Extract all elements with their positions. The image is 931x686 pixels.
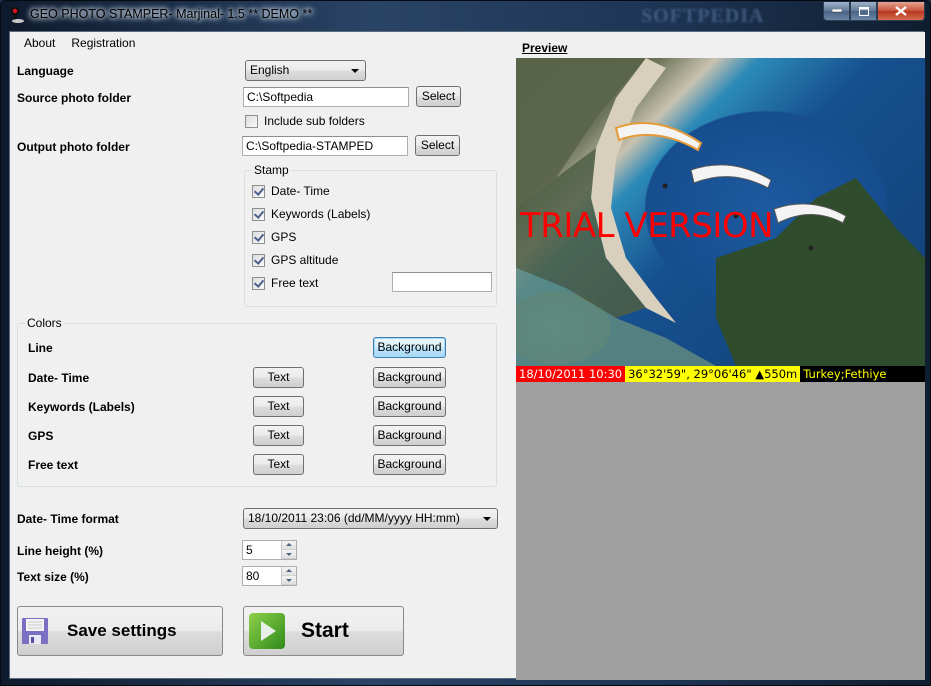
include-subfolders-label: Include sub folders xyxy=(264,114,365,128)
dropdown-arrow-icon xyxy=(351,69,359,73)
source-folder-select-button[interactable]: Select xyxy=(416,86,461,107)
text-size-label: Text size (%) xyxy=(17,570,89,584)
dropdown-arrow-icon xyxy=(483,517,491,521)
menu-about[interactable]: About xyxy=(16,36,63,50)
close-button[interactable] xyxy=(877,2,925,21)
checkbox-checked-icon xyxy=(252,253,265,267)
output-folder-input[interactable]: C:\Softpedia-STAMPED xyxy=(242,136,408,156)
stamp-datetime: 18/10/2011 10:30 xyxy=(516,366,626,382)
play-icon xyxy=(249,613,285,649)
spin-down-icon[interactable] xyxy=(282,550,296,559)
client-area: About Registration Language English Sour… xyxy=(9,31,925,680)
checkbox-checked-icon xyxy=(252,207,265,221)
stamp-preview-bar: 18/10/2011 10:30 36°32'59", 29°06'46" ▲5… xyxy=(516,366,925,382)
color-datetime-label: Date- Time xyxy=(28,371,90,385)
stamp-gps-altitude-label: GPS altitude xyxy=(271,253,339,267)
line-height-spinner[interactable]: 5 xyxy=(242,540,297,560)
language-value: English xyxy=(250,63,290,77)
datetime-format-select[interactable]: 18/10/2011 23:06 (dd/MM/yyyy HH:mm) xyxy=(243,508,498,529)
minimize-button[interactable] xyxy=(823,2,850,21)
color-keywords-label: Keywords (Labels) xyxy=(28,400,135,414)
preview-image: TRIAL VERSION xyxy=(516,58,925,366)
output-folder-label: Output photo folder xyxy=(17,140,130,154)
minimize-icon xyxy=(831,9,842,13)
preview-title: Preview xyxy=(522,41,568,55)
text-size-value: 80 xyxy=(246,569,260,583)
trial-version-overlay: TRIAL VERSION xyxy=(520,206,774,246)
gps-text-button[interactable]: Text xyxy=(253,425,304,446)
stamp-keywords-label: Keywords (Labels) xyxy=(271,207,371,221)
colors-group: Colors Line Background Date- Time Text B… xyxy=(17,316,497,487)
menu-registration[interactable]: Registration xyxy=(63,36,143,50)
colors-group-title: Colors xyxy=(25,316,64,330)
checkbox-checked-icon xyxy=(252,230,265,244)
free-text-text-button[interactable]: Text xyxy=(253,454,304,475)
map-pin-icon xyxy=(10,7,24,23)
save-settings-button[interactable]: Save settings xyxy=(17,606,223,656)
close-icon xyxy=(895,6,907,16)
settings-panel: Language English Source photo folder C:\… xyxy=(10,54,516,680)
window-title: GEO PHOTO STAMPER- Marjinal- 1.5 ** DEMO… xyxy=(30,7,313,21)
preview-panel: Preview TRIAL VERSION 18/10/2011 10:30 3… xyxy=(516,32,925,680)
free-text-input[interactable] xyxy=(392,272,492,292)
gps-background-button[interactable]: Background xyxy=(373,425,446,446)
color-line-label: Line xyxy=(28,341,53,355)
spin-buttons xyxy=(281,541,296,559)
color-free-text-label: Free text xyxy=(28,458,79,472)
watermark-text: SOFTPEDIA xyxy=(641,5,765,27)
maximize-icon xyxy=(858,6,869,16)
output-folder-select-button[interactable]: Select xyxy=(415,135,460,156)
maximize-button[interactable] xyxy=(850,2,877,21)
app-window: GEO PHOTO STAMPER- Marjinal- 1.5 ** DEMO… xyxy=(0,0,931,686)
stamp-gps: 36°32'59", 29°06'46" ▲550m xyxy=(625,366,801,382)
include-subfolders-checkbox[interactable]: Include sub folders xyxy=(245,114,365,128)
title-bar[interactable]: GEO PHOTO STAMPER- Marjinal- 1.5 ** DEMO… xyxy=(1,1,931,29)
datetime-background-button[interactable]: Background xyxy=(373,367,446,388)
checkbox-checked-icon xyxy=(252,276,265,290)
stamp-group-title: Stamp xyxy=(252,163,291,177)
keywords-background-button[interactable]: Background xyxy=(373,396,446,417)
menu-bar: About Registration xyxy=(10,32,516,54)
start-label: Start xyxy=(301,619,349,642)
free-text-background-button[interactable]: Background xyxy=(373,454,446,475)
source-folder-label: Source photo folder xyxy=(17,91,131,105)
stamp-keywords-checkbox[interactable]: Keywords (Labels) xyxy=(252,207,370,221)
stamp-group: Stamp Date- Time Keywords (Labels) GPS G… xyxy=(244,163,497,307)
spin-up-icon[interactable] xyxy=(282,541,296,550)
spin-up-icon[interactable] xyxy=(282,567,296,576)
stamp-free-text-checkbox[interactable]: Free text xyxy=(252,276,318,290)
spin-buttons xyxy=(281,567,296,585)
checkbox-checked-icon xyxy=(252,184,265,198)
datetime-format-value: 18/10/2011 23:06 (dd/MM/yyyy HH:mm) xyxy=(248,511,460,525)
stamp-free-text-label: Free text xyxy=(271,276,319,290)
stamp-gps-label: GPS xyxy=(271,230,297,244)
stamp-gps-altitude-checkbox[interactable]: GPS altitude xyxy=(252,253,338,267)
line-height-label: Line height (%) xyxy=(17,544,103,558)
stamp-datetime-label: Date- Time xyxy=(271,184,330,198)
start-button[interactable]: Start xyxy=(243,606,404,656)
stamp-datetime-checkbox[interactable]: Date- Time xyxy=(252,184,330,198)
caption-buttons xyxy=(823,2,925,21)
language-label: Language xyxy=(17,64,74,78)
floppy-disk-icon xyxy=(22,618,48,644)
source-folder-input[interactable]: C:\Softpedia xyxy=(243,87,409,107)
preview-header: Preview xyxy=(516,32,925,58)
keywords-text-button[interactable]: Text xyxy=(253,396,304,417)
datetime-format-label: Date- Time format xyxy=(17,512,119,526)
language-select[interactable]: English xyxy=(245,60,366,81)
stamp-gps-checkbox[interactable]: GPS xyxy=(252,230,296,244)
color-gps-label: GPS xyxy=(28,429,54,443)
line-background-button[interactable]: Background xyxy=(373,337,446,358)
save-settings-label: Save settings xyxy=(67,621,177,640)
spin-down-icon[interactable] xyxy=(282,576,296,585)
stamp-keywords: Turkey;Fethiye xyxy=(803,367,887,381)
datetime-text-button[interactable]: Text xyxy=(253,367,304,388)
line-height-value: 5 xyxy=(246,543,253,557)
checkbox-icon xyxy=(245,114,258,128)
text-size-spinner[interactable]: 80 xyxy=(242,566,297,586)
